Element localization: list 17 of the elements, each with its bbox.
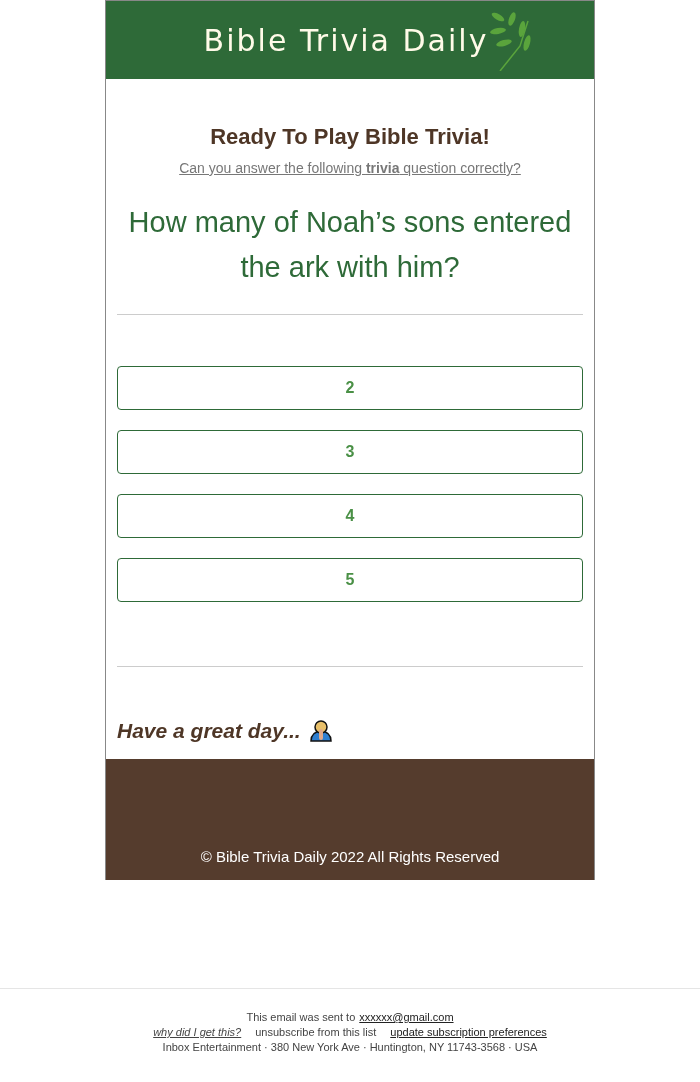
closing-text: Have a great day...: [117, 719, 301, 743]
logo-text: Bible Trivia Daily: [203, 22, 489, 58]
praying-person-icon: [308, 720, 333, 742]
email-link[interactable]: xxxxxx@gmail.com: [359, 1011, 454, 1023]
preferences-link[interactable]: update subscription preferences: [390, 1026, 547, 1038]
answer-button[interactable]: 2: [117, 366, 583, 410]
unsubscribe-link[interactable]: unsubscribe from this list: [255, 1026, 377, 1038]
address-text: Inbox Entertainment · 380 New York Ave · Huntington, NY 11743-3568 · USA: [162, 1041, 538, 1053]
intro-title: Ready To Play Bible Trivia!: [209, 124, 491, 150]
why-link[interactable]: why did I get this?: [153, 1026, 242, 1038]
sent-to-text: This email was sent to: [246, 1011, 356, 1023]
answer-button[interactable]: 5: [117, 558, 583, 602]
answer-button[interactable]: 4: [117, 494, 583, 538]
intro-link[interactable]: Can you answer the following trivia question correctly?: [117, 160, 583, 176]
copyright-text: © Bible Trivia Daily 2022 All Rights Reserved: [200, 848, 500, 865]
answer-button[interactable]: 3: [117, 430, 583, 474]
question-text: How many of Noah’s sons entered the ark with him?: [127, 205, 573, 285]
